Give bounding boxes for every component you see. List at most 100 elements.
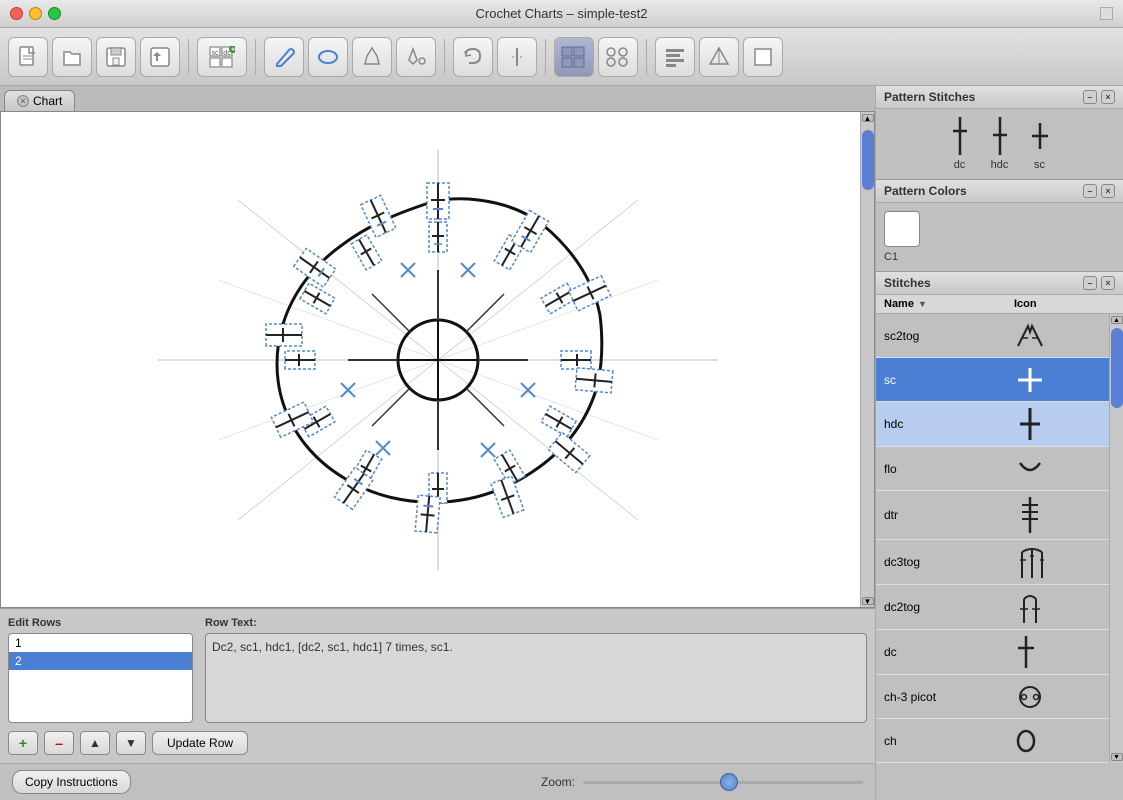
- stitches-panel-header: Stitches – ×: [876, 272, 1123, 295]
- grid-pattern-2-button[interactable]: [598, 37, 638, 77]
- edit-rows-right: Row Text: Dc2, sc1, hdc1, [dc2, sc1, hdc…: [205, 617, 867, 723]
- stitch-row-dc2tog[interactable]: dc2tog: [876, 585, 1109, 630]
- ch-icon: [1006, 723, 1109, 759]
- pattern-colors-section: Pattern Colors – × C1: [876, 180, 1123, 272]
- row-item-2[interactable]: 2: [9, 652, 192, 670]
- new-button[interactable]: [8, 37, 48, 77]
- stitches-panel-controls[interactable]: – ×: [1083, 276, 1115, 290]
- select-oval-button[interactable]: [308, 37, 348, 77]
- stitch-row-dc[interactable]: dc: [876, 630, 1109, 675]
- row-text-area[interactable]: Dc2, sc1, hdc1, [dc2, sc1, hdc1] 7 times…: [205, 633, 867, 723]
- stitches-scroll-down[interactable]: ▼: [1111, 753, 1123, 761]
- stitches-scroll-thumb[interactable]: [1111, 328, 1123, 408]
- grid-pattern-1-button[interactable]: [554, 37, 594, 77]
- zoom-slider[interactable]: [583, 774, 863, 790]
- copy-instructions-button[interactable]: Copy Instructions: [12, 770, 131, 794]
- chart-tab[interactable]: × Chart: [4, 90, 75, 111]
- triangle-button[interactable]: [699, 37, 739, 77]
- text-align-button[interactable]: [655, 37, 695, 77]
- stitches-name-col[interactable]: Name ▼: [876, 298, 1006, 310]
- stitch-row-ch3picot[interactable]: ch-3 picot: [876, 675, 1109, 719]
- toolbar-separator-3: [444, 39, 445, 75]
- dc-name: dc: [876, 641, 1006, 663]
- pattern-stitches-header: Pattern Stitches – ×: [876, 86, 1123, 109]
- stitch-row-sc[interactable]: sc: [876, 358, 1109, 402]
- stitch-row-flo[interactable]: flo: [876, 447, 1109, 491]
- pattern-stitches-minimize[interactable]: –: [1083, 90, 1097, 104]
- export-button[interactable]: [140, 37, 180, 77]
- window-controls[interactable]: [10, 7, 61, 20]
- open-button[interactable]: [52, 37, 92, 77]
- pattern-stitches-close[interactable]: ×: [1101, 90, 1115, 104]
- pattern-stitch-hdc[interactable]: hdc: [988, 117, 1012, 171]
- stitches-grid-button[interactable]: sc dc +: [197, 37, 247, 77]
- toolbar-separator-4: [545, 39, 546, 75]
- update-row-button[interactable]: Update Row: [152, 731, 248, 755]
- rows-list[interactable]: 1 2: [8, 633, 193, 723]
- stitch-row-dc3tog[interactable]: dc3tog: [876, 540, 1109, 585]
- pattern-colors-minimize[interactable]: –: [1083, 184, 1097, 198]
- color-swatch-c1[interactable]: [884, 211, 920, 247]
- window-title: Crochet Charts – simple-test2: [476, 6, 648, 21]
- ch3picot-icon: [1006, 677, 1109, 717]
- flo-icon: [1006, 451, 1109, 487]
- stitch-row-hdc[interactable]: hdc: [876, 402, 1109, 447]
- edit-buttons: + – ▲ ▼ Update Row: [8, 731, 867, 755]
- save-button[interactable]: [96, 37, 136, 77]
- remove-row-button[interactable]: –: [44, 731, 74, 755]
- svg-text:sc: sc: [212, 50, 220, 57]
- stitches-table-inner: sc2tog sc: [876, 314, 1123, 763]
- dc2tog-icon: [1006, 585, 1109, 629]
- move-row-down-button[interactable]: ▼: [116, 731, 146, 755]
- pattern-colors-close[interactable]: ×: [1101, 184, 1115, 198]
- stitches-rows: sc2tog sc: [876, 314, 1109, 763]
- stitch-row-sc2tog[interactable]: sc2tog: [876, 314, 1109, 358]
- title-bar: Crochet Charts – simple-test2: [0, 0, 1123, 28]
- resize-button[interactable]: [1100, 7, 1113, 20]
- close-button[interactable]: [10, 7, 23, 20]
- pattern-stitch-sc[interactable]: sc: [1028, 117, 1052, 171]
- color-square-button[interactable]: [743, 37, 783, 77]
- edit-rows-left: Edit Rows 1 2: [8, 617, 193, 723]
- row-text-label: Row Text:: [205, 617, 867, 629]
- zoom-thumb[interactable]: [720, 773, 738, 791]
- undo-button[interactable]: [453, 37, 493, 77]
- toolbar: sc dc +: [0, 28, 1123, 86]
- row-item-1[interactable]: 1: [9, 634, 192, 652]
- chart-tab-close[interactable]: ×: [17, 95, 29, 107]
- pattern-stitches-content: dc hdc: [876, 109, 1123, 179]
- pattern-stitches-controls[interactable]: – ×: [1083, 90, 1115, 104]
- dc2tog-name: dc2tog: [876, 596, 1006, 618]
- toolbar-separator-2: [255, 39, 256, 75]
- horizontal-scrollbar[interactable]: ◀ ▶: [1, 607, 874, 608]
- stitches-icon-col: Icon: [1006, 298, 1123, 310]
- add-row-button[interactable]: +: [8, 731, 38, 755]
- vertical-line-button[interactable]: [497, 37, 537, 77]
- draw-tool-button[interactable]: [264, 37, 304, 77]
- toolbar-separator-5: [646, 39, 647, 75]
- maximize-button[interactable]: [48, 7, 61, 20]
- flo-name: flo: [876, 458, 1006, 480]
- pattern-colors-controls[interactable]: – ×: [1083, 184, 1115, 198]
- move-row-up-button[interactable]: ▲: [80, 731, 110, 755]
- dc3tog-name: dc3tog: [876, 551, 1006, 573]
- zoom-track: [583, 781, 863, 784]
- canvas-area[interactable]: ▲ ▼ ◀ ▶: [0, 111, 875, 608]
- stitches-scrollbar[interactable]: ▲ ▼: [1109, 314, 1123, 763]
- hdc-name: hdc: [876, 413, 1006, 435]
- stitches-minimize[interactable]: –: [1083, 276, 1097, 290]
- title-bar-right: [1100, 7, 1113, 20]
- vscroll-thumb[interactable]: [862, 130, 874, 190]
- stitch-row-dtr[interactable]: dtr: [876, 491, 1109, 540]
- sc-icon: [1006, 360, 1109, 400]
- pattern-stitch-dc[interactable]: dc: [948, 117, 972, 171]
- fill-tool-button[interactable]: [396, 37, 436, 77]
- vertical-scrollbar[interactable]: ▲ ▼: [860, 112, 874, 607]
- stitch-row-ch[interactable]: ch: [876, 719, 1109, 763]
- stitches-scroll-up[interactable]: ▲: [1111, 316, 1123, 324]
- minimize-button[interactable]: [29, 7, 42, 20]
- stitches-close[interactable]: ×: [1101, 276, 1115, 290]
- shape-tool-button[interactable]: [352, 37, 392, 77]
- edit-panel: Edit Rows 1 2 Row Text: Dc2, sc1, hdc1, …: [0, 608, 875, 763]
- left-panel: × Chart: [0, 86, 875, 800]
